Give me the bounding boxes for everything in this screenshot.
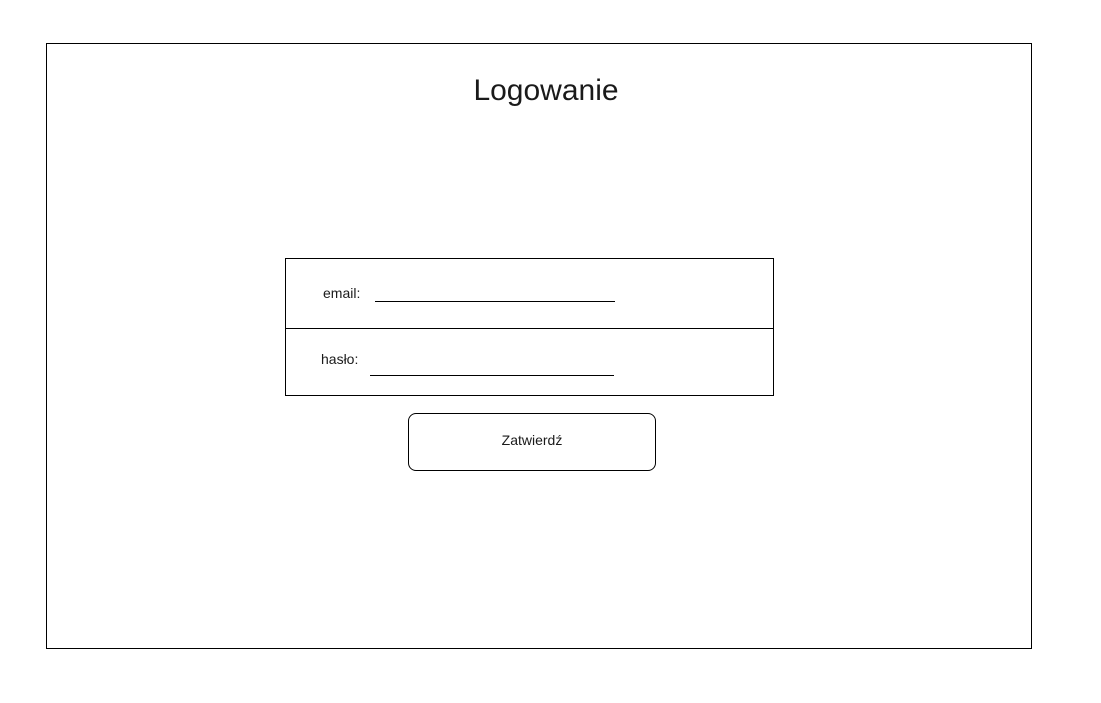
password-field[interactable]: [370, 375, 614, 376]
form-divider: [286, 328, 773, 329]
email-field[interactable]: [375, 301, 615, 302]
submit-button[interactable]: Zatwierdź: [408, 413, 656, 471]
email-label: email:: [323, 285, 361, 301]
login-window: Logowanie email: hasło: Zatwierdź: [46, 43, 1032, 649]
login-form: email: hasło:: [285, 258, 774, 396]
password-label: hasło:: [321, 351, 359, 367]
page-title: Logowanie: [473, 74, 619, 107]
